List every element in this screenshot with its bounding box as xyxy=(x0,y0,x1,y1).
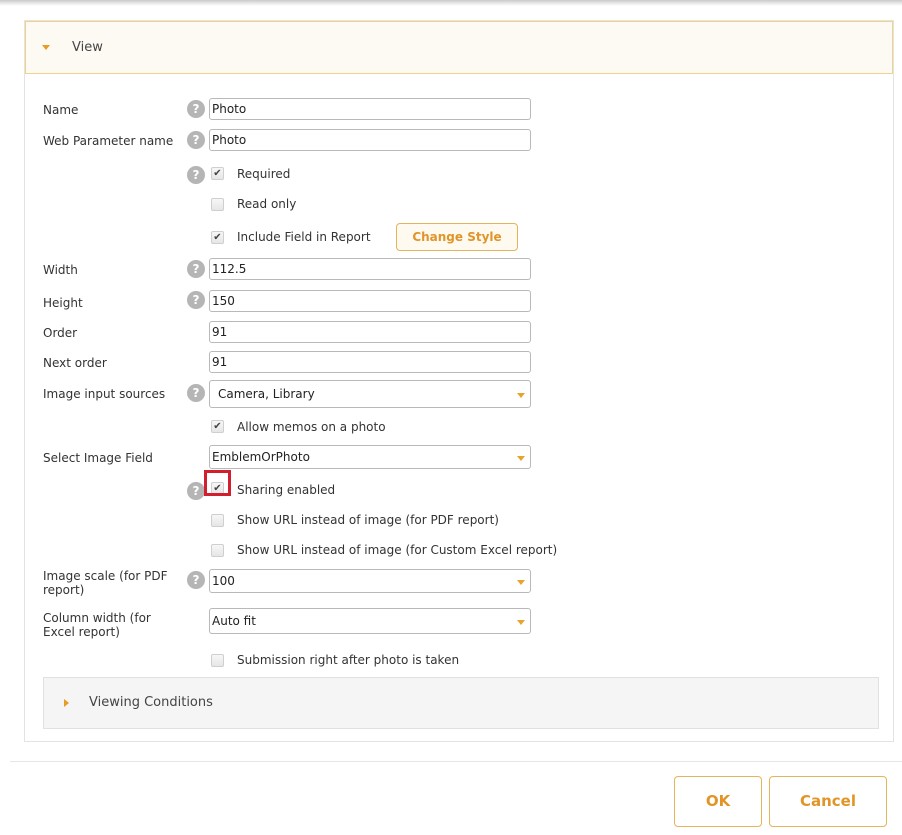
width-input[interactable]: 112.5 xyxy=(209,258,531,280)
image-sources-select[interactable]: Camera, Library xyxy=(209,380,531,408)
required-checkbox[interactable]: ✔ xyxy=(211,167,224,180)
chevron-down-icon xyxy=(517,393,525,398)
view-panel-title: View xyxy=(72,40,103,55)
name-label: Name xyxy=(43,103,79,117)
help-icon[interactable]: ? xyxy=(187,131,205,149)
chevron-down-icon xyxy=(517,456,525,461)
image-scale-value: 100 xyxy=(212,574,235,588)
select-image-label: Select Image Field xyxy=(43,451,153,465)
image-scale-label: Image scale (for PDF report) xyxy=(43,569,168,597)
chevron-down-icon xyxy=(517,580,525,585)
sharing-label: Sharing enabled xyxy=(237,483,336,497)
help-icon[interactable]: ? xyxy=(187,260,205,278)
viewing-conditions-panel[interactable]: Viewing Conditions xyxy=(43,677,879,729)
caret-down-icon xyxy=(42,45,50,50)
allow-memos-checkbox[interactable]: ✔ xyxy=(211,420,224,433)
show-url-excel-checkbox[interactable] xyxy=(211,544,224,557)
next-order-input[interactable]: 91 xyxy=(209,351,531,373)
image-scale-label-line2: report) xyxy=(43,583,85,597)
image-scale-select[interactable]: 100 xyxy=(209,569,531,593)
submission-label: Submission right after photo is taken xyxy=(237,653,460,667)
cancel-button[interactable]: Cancel xyxy=(769,776,887,827)
image-sources-value: Camera, Library xyxy=(218,387,315,401)
column-width-select[interactable]: Auto fit xyxy=(209,608,531,634)
column-width-label-line2: Excel report) xyxy=(43,625,120,639)
help-icon[interactable]: ? xyxy=(187,100,205,118)
height-label: Height xyxy=(43,296,83,310)
select-image-select[interactable]: EmblemOrPhoto xyxy=(209,445,531,469)
include-report-label: Include Field in Report xyxy=(237,230,371,244)
help-icon[interactable]: ? xyxy=(187,571,205,589)
top-border xyxy=(0,0,902,6)
image-scale-label-line1: Image scale (for PDF xyxy=(43,569,168,583)
help-icon[interactable]: ? xyxy=(187,291,205,309)
include-report-checkbox[interactable]: ✔ xyxy=(211,231,224,244)
required-label: Required xyxy=(237,167,291,181)
allow-memos-label: Allow memos on a photo xyxy=(237,420,386,434)
read-only-checkbox[interactable] xyxy=(211,198,224,211)
sharing-highlight-box xyxy=(204,470,231,496)
order-input[interactable]: 91 xyxy=(209,321,531,343)
next-order-label: Next order xyxy=(43,356,107,370)
chevron-down-icon xyxy=(517,620,525,625)
submission-checkbox[interactable] xyxy=(211,654,224,667)
read-only-label: Read only xyxy=(237,197,297,211)
image-sources-label: Image input sources xyxy=(43,387,166,401)
viewing-conditions-title: Viewing Conditions xyxy=(89,695,213,710)
web-param-input[interactable]: Photo xyxy=(209,129,531,151)
column-width-value: Auto fit xyxy=(212,614,256,628)
help-icon[interactable]: ? xyxy=(187,482,205,500)
caret-right-icon xyxy=(64,699,69,707)
view-panel: View Name ? Photo Web Parameter name ? P… xyxy=(24,20,894,742)
show-url-pdf-checkbox[interactable] xyxy=(211,514,224,527)
web-param-label: Web Parameter name xyxy=(43,134,174,148)
order-label: Order xyxy=(43,326,78,340)
height-input[interactable]: 150 xyxy=(209,290,531,312)
ok-button[interactable]: OK xyxy=(674,776,762,827)
show-url-pdf-label: Show URL instead of image (for PDF repor… xyxy=(237,513,499,527)
width-label: Width xyxy=(43,263,78,277)
column-width-label-line1: Column width (for xyxy=(43,611,151,625)
footer-divider xyxy=(10,761,902,762)
change-style-button[interactable]: Change Style xyxy=(396,223,518,251)
column-width-label: Column width (for Excel report) xyxy=(43,611,151,639)
name-input[interactable]: Photo xyxy=(209,98,531,120)
view-panel-header[interactable]: View xyxy=(25,21,893,74)
select-image-value: EmblemOrPhoto xyxy=(212,450,310,464)
help-icon[interactable]: ? xyxy=(187,384,205,402)
show-url-excel-label: Show URL instead of image (for Custom Ex… xyxy=(237,543,558,557)
help-icon[interactable]: ? xyxy=(187,166,205,184)
